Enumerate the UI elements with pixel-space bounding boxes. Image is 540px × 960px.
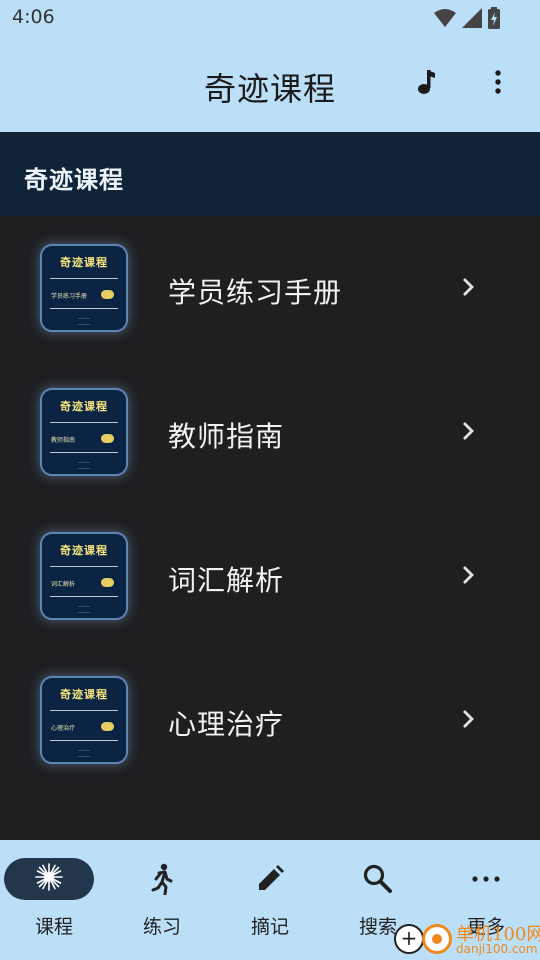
section-header: 奇迹课程 (0, 132, 540, 216)
sparkle-icon (34, 862, 64, 896)
book-cover-thumbnail: 奇迹课程 词汇解析 ········ ········ (40, 532, 128, 620)
cover-divider (50, 278, 118, 279)
cover-emblem-icon (101, 290, 114, 299)
chevron-right-icon (455, 418, 481, 444)
app-bar: 奇迹课程 (0, 36, 540, 132)
cover-divider (50, 422, 118, 423)
signal-icon (462, 8, 482, 32)
watermark-url: danji100.com (456, 942, 538, 956)
list-item-teacher-guide[interactable]: 奇迹课程 教师指南 ········ ········ 教师指南 (0, 360, 540, 504)
nav-label: 摘记 (250, 916, 289, 938)
cover-subtitle: 词汇解析 (51, 581, 76, 588)
cover-title: 奇迹课程 (60, 688, 108, 701)
list-item-glossary[interactable]: 奇迹课程 词汇解析 ········ ········ 词汇解析 (0, 504, 540, 648)
cover-subtitle: 学员练习手册 (51, 293, 88, 300)
plus-circle-icon: + (394, 924, 424, 954)
cover-divider (50, 596, 118, 597)
app-title: 奇迹课程 (203, 70, 336, 108)
nav-item-practice[interactable]: 练习 (108, 840, 216, 960)
nav-label: 练习 (142, 916, 181, 938)
status-bar: 4:06 (0, 0, 540, 36)
battery-charging-icon (488, 7, 500, 33)
section-title: 奇迹课程 (24, 166, 124, 194)
wifi-icon (434, 8, 456, 32)
course-list: 奇迹课程 学员练习手册 ········ ········ 学员练习手册 奇迹课程… (0, 216, 540, 840)
more-horiz-icon (432, 860, 540, 898)
active-indicator (4, 858, 94, 900)
pencil-icon (216, 860, 324, 898)
music-note-icon (416, 69, 436, 99)
cover-title: 奇迹课程 (60, 256, 108, 269)
list-item-label: 学员练习手册 (168, 276, 343, 309)
search-icon (324, 860, 432, 898)
cover-title: 奇迹课程 (60, 544, 108, 557)
more-vert-icon (494, 69, 502, 99)
cover-emblem-icon (101, 722, 114, 731)
chevron-right-icon (455, 562, 481, 588)
target-circle-icon (422, 924, 452, 954)
walking-person-icon (108, 860, 216, 898)
cover-divider (50, 740, 118, 741)
overflow-menu-button[interactable] (482, 68, 514, 100)
status-icons (434, 7, 500, 33)
book-cover-thumbnail: 奇迹课程 教师指南 ········ ········ (40, 388, 128, 476)
cover-divider (50, 710, 118, 711)
chevron-right-icon (455, 274, 481, 300)
cover-subtitle: 教师指南 (51, 437, 76, 444)
cover-divider (50, 566, 118, 567)
cover-footer: ········ ········ (77, 604, 91, 616)
cover-divider (50, 308, 118, 309)
cover-emblem-icon (101, 434, 114, 443)
book-cover-thumbnail: 奇迹课程 心理治疗 ········ ········ (40, 676, 128, 764)
watermark-logo: + 单机100网 danji100.com (392, 918, 540, 960)
list-item-psychotherapy[interactable]: 奇迹课程 心理治疗 ········ ········ 心理治疗 (0, 648, 540, 792)
cover-title: 奇迹课程 (60, 400, 108, 413)
cover-footer: ········ ········ (77, 316, 91, 328)
book-cover-thumbnail: 奇迹课程 学员练习手册 ········ ········ (40, 244, 128, 332)
music-button[interactable] (410, 68, 442, 100)
nav-label: 课程 (34, 916, 73, 938)
list-item-label: 教师指南 (168, 420, 285, 453)
cover-divider (50, 452, 118, 453)
list-item-label: 心理治疗 (168, 708, 285, 741)
cover-emblem-icon (101, 578, 114, 587)
list-item-label: 词汇解析 (168, 564, 285, 597)
cover-subtitle: 心理治疗 (51, 725, 76, 732)
cover-footer: ········ ········ (77, 460, 91, 472)
nav-item-course[interactable]: 课程 (0, 840, 108, 960)
cover-footer: ········ ········ (77, 748, 91, 760)
chevron-right-icon (455, 706, 481, 732)
list-item-workbook[interactable]: 奇迹课程 学员练习手册 ········ ········ 学员练习手册 (0, 216, 540, 360)
nav-item-notes[interactable]: 摘记 (216, 840, 324, 960)
status-time: 4:06 (12, 6, 55, 28)
